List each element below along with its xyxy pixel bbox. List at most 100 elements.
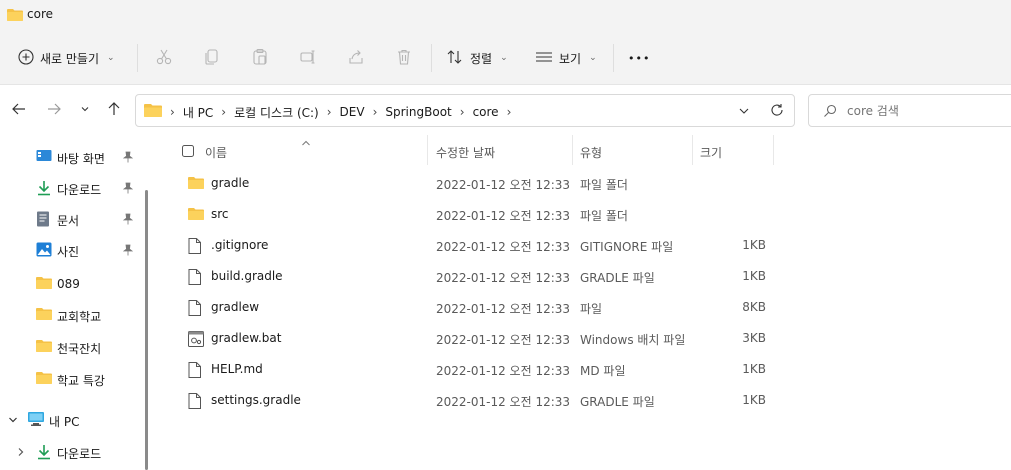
sidebar-item-label: 문서 xyxy=(57,214,80,228)
toolbar-divider xyxy=(431,44,432,72)
sidebar-item-downloads[interactable]: 다운로드 xyxy=(0,173,145,203)
sidebar-item-school-lecture[interactable]: 학교 특강 xyxy=(0,364,145,394)
chevron-down-icon: ⌄ xyxy=(589,53,597,63)
plus-circle-icon xyxy=(18,48,34,68)
sidebar-item-desktop[interactable]: 바탕 화면 xyxy=(0,142,145,172)
back-button[interactable] xyxy=(10,101,28,119)
file-row[interactable]: settings.gradle 2022-01-12 오전 12:33 GRAD… xyxy=(155,385,1011,416)
address-bar[interactable]: › 내 PC › 로컬 디스크 (C:) › DEV › SpringBoot … xyxy=(135,94,795,127)
file-row[interactable]: .gitignore 2022-01-12 오전 12:33 GITIGNORE… xyxy=(155,230,1011,261)
file-icon xyxy=(188,300,201,319)
pictures-icon xyxy=(36,242,52,260)
share-button[interactable] xyxy=(347,44,365,72)
breadcrumb-item-dev[interactable]: DEV xyxy=(340,105,365,119)
forward-button[interactable] xyxy=(45,101,63,119)
select-all-checkbox[interactable] xyxy=(182,145,194,160)
more-options-button[interactable]: ••• xyxy=(628,44,650,72)
address-history-dropdown[interactable] xyxy=(738,105,750,120)
sort-button[interactable]: 정렬 ⌄ xyxy=(446,44,508,72)
rename-button[interactable] xyxy=(299,44,317,72)
file-size: 3KB xyxy=(742,331,766,345)
sidebar-item-label: 천국잔치 xyxy=(57,342,102,356)
computer-icon xyxy=(27,411,45,430)
chevron-right-icon[interactable] xyxy=(16,446,26,460)
breadcrumb-item-springboot[interactable]: SpringBoot xyxy=(385,105,451,119)
file-row[interactable]: build.gradle 2022-01-12 오전 12:33 GRADLE … xyxy=(155,261,1011,292)
sidebar-item-church-school[interactable]: 교회학교 xyxy=(0,300,145,330)
sidebar-item-label: 바탕 화면 xyxy=(57,152,105,166)
file-row[interactable]: src 2022-01-12 오전 12:33 파일 폴더 xyxy=(155,199,1011,230)
column-header-date[interactable]: 수정한 날짜 xyxy=(436,135,571,165)
sidebar-item-label: 학교 특강 xyxy=(57,374,105,388)
column-header-size[interactable]: 크기 xyxy=(700,135,770,165)
sidebar-item-documents[interactable]: 문서 xyxy=(0,204,145,234)
sort-button-label: 정렬 xyxy=(470,51,493,66)
file-icon xyxy=(188,362,201,381)
column-divider[interactable] xyxy=(773,135,774,165)
download-icon xyxy=(36,180,52,199)
trash-icon xyxy=(395,48,413,69)
sidebar-item-pictures[interactable]: 사진 xyxy=(0,235,145,265)
up-button[interactable] xyxy=(105,101,123,119)
breadcrumb-separator: › xyxy=(170,105,175,119)
list-view-icon xyxy=(535,50,553,67)
file-date: 2022-01-12 오전 12:33 xyxy=(436,364,571,378)
delete-button[interactable] xyxy=(395,44,413,72)
chevron-down-icon[interactable] xyxy=(8,414,18,428)
file-type: 파일 폴더 xyxy=(580,178,628,192)
sidebar-item-label: 089 xyxy=(57,277,80,291)
sidebar-item-pc-downloads[interactable]: 다운로드 xyxy=(0,437,145,467)
recent-locations-button[interactable] xyxy=(76,101,94,119)
toolbar-divider xyxy=(613,44,614,72)
sidebar-item-this-pc[interactable]: 내 PC xyxy=(0,405,145,435)
column-header-name[interactable]: 이름 xyxy=(205,135,425,165)
pin-icon xyxy=(122,151,134,166)
column-header-type[interactable]: 유형 xyxy=(580,135,690,165)
search-icon xyxy=(823,104,837,121)
file-row[interactable]: HELP.md 2022-01-12 오전 12:33 MD 파일 1KB xyxy=(155,354,1011,385)
arrow-left-icon xyxy=(12,102,26,119)
file-list: 이름 수정한 날짜 유형 크기 gradle 2022-01-12 오전 12:… xyxy=(155,135,1011,470)
file-name: settings.gradle xyxy=(211,393,301,407)
breadcrumb-item-local-disk[interactable]: 로컬 디스크 (C:) xyxy=(234,104,319,121)
file-type: 파일 xyxy=(580,302,603,316)
sidebar-item-089[interactable]: 089 xyxy=(0,269,145,299)
breadcrumb-separator: › xyxy=(326,105,332,119)
toolbar-divider xyxy=(137,44,138,72)
share-icon xyxy=(347,48,365,69)
folder-icon xyxy=(36,371,52,388)
sidebar-scrollbar[interactable] xyxy=(145,190,148,470)
folder-icon xyxy=(188,207,204,224)
rename-icon xyxy=(299,48,317,69)
file-row[interactable]: gradle 2022-01-12 오전 12:33 파일 폴더 xyxy=(155,168,1011,199)
column-divider[interactable] xyxy=(427,135,428,165)
folder-icon xyxy=(36,276,52,293)
file-name: gradle xyxy=(211,176,250,190)
breadcrumb-item-core[interactable]: core xyxy=(473,105,499,119)
refresh-button[interactable] xyxy=(770,103,784,120)
new-button[interactable]: 새로 만들기 ⌄ xyxy=(18,44,115,72)
download-icon xyxy=(36,444,52,463)
cut-button[interactable] xyxy=(155,44,173,72)
file-icon xyxy=(188,393,201,412)
file-size: 1KB xyxy=(742,238,766,252)
sidebar-item-heaven-feast[interactable]: 천국잔치 xyxy=(0,332,145,362)
pin-icon xyxy=(122,213,134,228)
search-box[interactable] xyxy=(808,94,1011,127)
file-row[interactable]: gradlew.bat 2022-01-12 오전 12:33 Windows … xyxy=(155,323,1011,354)
paste-button[interactable] xyxy=(251,44,269,72)
file-size: 1KB xyxy=(742,362,766,376)
file-row[interactable]: gradlew 2022-01-12 오전 12:33 파일 8KB xyxy=(155,292,1011,323)
view-button[interactable]: 보기 ⌄ xyxy=(535,44,597,72)
copy-button[interactable] xyxy=(203,44,221,72)
column-divider[interactable] xyxy=(692,135,693,165)
search-input[interactable] xyxy=(847,102,1007,120)
column-divider[interactable] xyxy=(572,135,573,165)
file-icon xyxy=(188,238,201,257)
view-button-label: 보기 xyxy=(559,51,582,66)
folder-icon xyxy=(36,307,52,324)
breadcrumb-item-this-pc[interactable]: 내 PC xyxy=(183,104,213,121)
sidebar-item-label: 사진 xyxy=(57,245,80,259)
file-size: 8KB xyxy=(742,300,766,314)
file-type: GITIGNORE 파일 xyxy=(580,240,674,254)
